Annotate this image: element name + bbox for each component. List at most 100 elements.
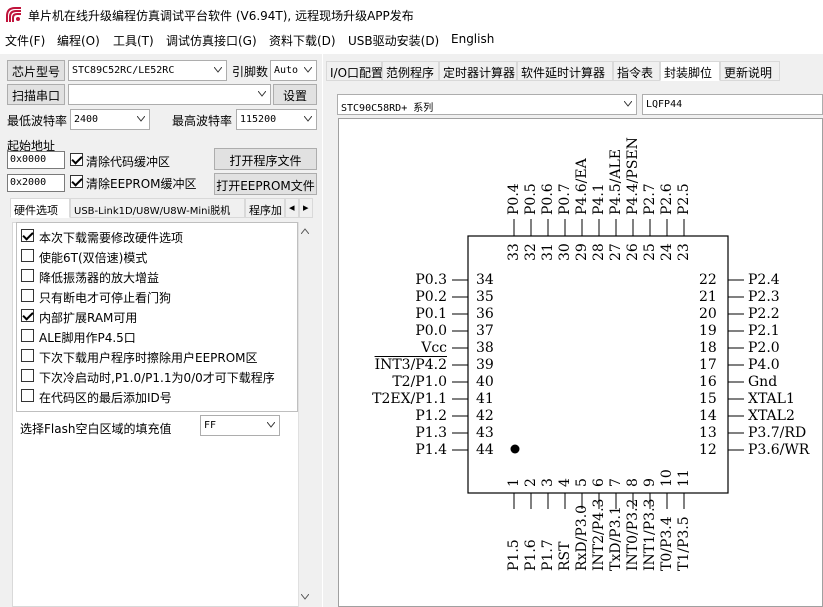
option-row[interactable]: 使能6T(双倍速)模式 (18, 246, 298, 266)
option-checkbox[interactable] (21, 369, 34, 382)
clear-eeprom-label: 清除EEPROM缓冲区 (86, 177, 197, 191)
pin-number: 15 (699, 391, 717, 407)
pin-number: 32 (523, 243, 539, 261)
pin-name: TxD/P3.1 (608, 506, 624, 571)
scan-port-button[interactable]: 扫描串口 (7, 84, 65, 105)
package-value: LQFP44 (646, 99, 683, 110)
port-select[interactable] (68, 84, 271, 105)
pin-name: Vcc (421, 340, 447, 356)
menu-file[interactable]: 文件(F) (5, 32, 45, 49)
option-label: 本次下载需要修改硬件选项 (39, 231, 184, 245)
pin-number: 44 (476, 442, 494, 458)
tab-right-0[interactable]: I/O口配置工具 (326, 61, 407, 81)
clear-eeprom-checkbox[interactable] (70, 175, 83, 188)
option-row[interactable]: 降低振荡器的放大增益 (18, 266, 298, 286)
tab-program-encrypt[interactable]: 程序加 (245, 198, 285, 218)
pin-number: 35 (476, 289, 494, 305)
max-baud-select[interactable]: 115200 (236, 109, 317, 130)
pin-number: 19 (699, 323, 717, 339)
tab-right-1[interactable]: 范例程序 (382, 61, 439, 81)
scroll-down-icon[interactable] (301, 594, 309, 600)
option-checkbox[interactable] (21, 289, 34, 302)
tab-hardware-options[interactable]: 硬件选项 (10, 198, 70, 218)
option-checkbox[interactable] (21, 229, 34, 242)
option-checkbox[interactable] (21, 269, 34, 282)
pin-name: P0.3 (415, 272, 447, 288)
eeprom-start-address-input[interactable]: 0x2000 (7, 174, 65, 192)
tab-right-3[interactable]: 软件延时计算器 (517, 61, 613, 81)
option-checkbox[interactable] (21, 329, 34, 342)
pin-number: 11 (676, 469, 692, 487)
min-baud-select[interactable]: 2400 (70, 109, 150, 130)
menu-tools[interactable]: 工具(T) (113, 32, 154, 49)
option-row[interactable]: ALE脚用作P4.5口 (18, 326, 298, 346)
menu-usb-driver[interactable]: USB驱动安装(D) (348, 32, 439, 49)
pin-name: P2.3 (748, 289, 780, 305)
pin-name: P0.4 (506, 183, 522, 215)
option-checkbox[interactable] (21, 249, 34, 262)
scroll-up-icon[interactable] (301, 228, 309, 234)
tab-scroll-right-button[interactable]: ▸ (299, 198, 313, 218)
option-row[interactable]: 在代码区的最后添加ID号 (18, 386, 298, 406)
menu-program[interactable]: 编程(O) (57, 32, 100, 49)
pin-number: 21 (699, 289, 717, 305)
pin-name: P2.4 (748, 272, 780, 288)
pin-count-label: 引脚数 (232, 65, 269, 79)
options-scrollbar[interactable] (298, 222, 310, 607)
chip-model-button[interactable]: 芯片型号 (7, 60, 65, 81)
settings-button[interactable]: 设置 (273, 84, 317, 105)
pin-name: T2EX/P1.1 (372, 391, 447, 407)
option-row[interactable]: 只有断电才可停止看门狗 (18, 286, 298, 306)
menu-bar: 文件(F) 编程(O) 工具(T) 调试仿真接口(G) 资料下载(D) USB驱… (0, 30, 823, 50)
min-baud-label: 最低波特率 (7, 114, 68, 128)
chevron-down-icon (624, 101, 632, 107)
pin-number: 27 (608, 243, 624, 261)
package-select[interactable]: LQFP44 (642, 94, 823, 115)
tab-right-5[interactable]: 封装脚位 (660, 61, 720, 81)
tab-usb-link[interactable]: USB-Link1D/U8W/U8W-Mini脱机 (70, 198, 245, 218)
pin-number: 24 (659, 243, 675, 261)
pin-name: P2.7 (642, 183, 658, 215)
option-row[interactable]: 下次冷启动时,P1.0/P1.1为0/0才可下载程序 (18, 366, 298, 386)
pin-number: 10 (659, 469, 675, 487)
option-row[interactable]: 内部扩展RAM可用 (18, 306, 298, 326)
pin-name: T0/P3.4 (659, 516, 675, 571)
tab-right-4[interactable]: 指令表 (613, 61, 660, 81)
option-label: 在代码区的最后添加ID号 (39, 391, 172, 405)
menu-debug[interactable]: 调试仿真接口(G) (166, 32, 257, 49)
pin-number: 13 (699, 425, 717, 441)
pin-number: 34 (476, 272, 494, 288)
chip-model-select[interactable]: STC89C52RC/LE52RC (68, 60, 227, 81)
tab-scroll-left-button[interactable]: ◂ (285, 198, 299, 218)
open-eeprom-file-button[interactable]: 打开EEPROM文件 (214, 173, 317, 195)
pin-name: XTAL1 (748, 391, 795, 407)
pin-number: 7 (608, 478, 624, 487)
pin-number: 16 (699, 374, 717, 390)
fill-value-select[interactable]: FF (200, 415, 280, 436)
option-row[interactable]: 本次下载需要修改硬件选项 (18, 226, 298, 246)
pin-number: 29 (574, 243, 590, 261)
open-program-file-button[interactable]: 打开程序文件 (214, 148, 317, 170)
code-start-address-input[interactable]: 0x0000 (7, 151, 65, 169)
option-checkbox[interactable] (21, 389, 34, 402)
pin-name: P1.2 (415, 408, 447, 424)
pin-number: 42 (476, 408, 494, 424)
menu-download[interactable]: 资料下载(D) (269, 32, 336, 49)
option-checkbox[interactable] (21, 309, 34, 322)
option-checkbox[interactable] (21, 349, 34, 362)
left-tab-bar: 硬件选项 USB-Link1D/U8W/U8W-Mini脱机 程序加 ◂ ▸ (10, 198, 320, 220)
series-select[interactable]: STC90C58RD+ 系列 (337, 94, 637, 115)
option-row[interactable]: 下次下载用户程序时擦除用户EEPROM区 (18, 346, 298, 366)
pin-number: 5 (574, 478, 590, 487)
pin-number: 33 (506, 243, 522, 261)
pin-name: T1/P3.5 (676, 516, 692, 571)
pin-number: 1 (506, 478, 522, 487)
app-icon (6, 7, 21, 22)
pin-name: P1.7 (540, 539, 556, 571)
clear-code-checkbox[interactable] (70, 153, 83, 166)
tab-right-2[interactable]: 定时器计算器 (439, 61, 517, 81)
tab-right-6[interactable]: 更新说明 (720, 61, 780, 81)
menu-english[interactable]: English (451, 32, 494, 46)
pin-count-select[interactable]: Auto (270, 60, 317, 81)
option-label: 下次冷启动时,P1.0/P1.1为0/0才可下载程序 (39, 371, 275, 385)
